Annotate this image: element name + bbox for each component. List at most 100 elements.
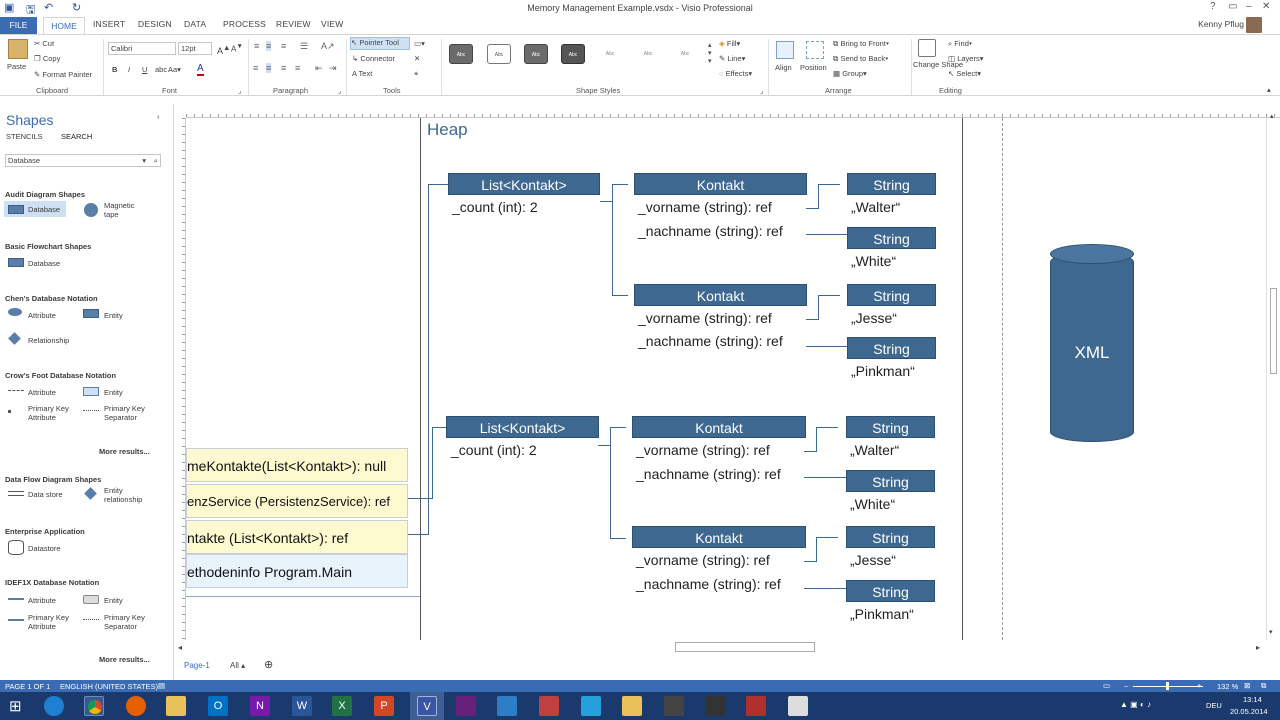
ribbon-display-icon[interactable]: ▭ xyxy=(1228,1,1237,12)
justify-icon[interactable]: ≡ xyxy=(295,63,300,73)
string-value[interactable]: „Walter“ xyxy=(850,442,899,458)
help-icon[interactable]: ? xyxy=(1210,1,1216,12)
outlook-icon[interactable]: O xyxy=(208,696,228,716)
tray-icons[interactable]: ▲ ▣ ◐ ♪ xyxy=(1120,700,1151,709)
scroll-left-icon[interactable]: ◂ xyxy=(178,643,182,652)
zoom-out-icon[interactable]: – xyxy=(1124,681,1128,690)
shape-style-2[interactable]: Abc xyxy=(487,44,511,64)
horizontal-scroll-thumb[interactable] xyxy=(675,642,815,652)
shape-style-3[interactable]: Abc xyxy=(524,44,548,64)
shape-attribute-crow[interactable]: Attribute xyxy=(4,385,74,399)
string-value[interactable]: „Jesse“ xyxy=(850,552,896,568)
pointer-tool-button[interactable]: ↖ Pointer Tool xyxy=(350,37,410,50)
add-page-icon[interactable]: ⊕ xyxy=(264,658,273,671)
align-center-icon[interactable]: ≡ xyxy=(266,63,272,73)
styles-scroll-icon[interactable]: ▴ ▾ ▾ xyxy=(708,41,712,65)
shrink-font-icon[interactable]: A▼ xyxy=(231,43,243,54)
shape-style-4[interactable]: Abc xyxy=(561,44,585,64)
string-header[interactable]: String xyxy=(847,337,936,359)
word-icon[interactable]: W xyxy=(292,696,312,716)
app-icon[interactable] xyxy=(664,696,684,716)
change-shape-icon[interactable] xyxy=(918,39,936,57)
bullets-icon[interactable]: ☰ xyxy=(300,41,308,52)
format-painter-button[interactable]: ✎ Format Painter xyxy=(34,70,92,79)
keyboard-language[interactable]: DEU xyxy=(1206,701,1222,710)
onenote-icon[interactable]: N xyxy=(250,696,270,716)
avatar[interactable] xyxy=(1246,17,1262,33)
font-color-icon[interactable]: A xyxy=(197,63,204,76)
nachname-field[interactable]: _nachname (string): ref xyxy=(636,466,781,482)
list-kontakt-header[interactable]: List<Kontakt> xyxy=(446,416,599,438)
heap-label[interactable]: Heap xyxy=(427,120,468,140)
kontakt-header[interactable]: Kontakt xyxy=(634,284,807,306)
vorname-field[interactable]: _vorname (string): ref xyxy=(638,310,772,326)
app-icon[interactable] xyxy=(622,696,642,716)
font-size-select[interactable]: 12pt xyxy=(178,42,212,55)
string-value[interactable]: „White“ xyxy=(851,253,896,269)
select-button[interactable]: ↖ Select▾ xyxy=(948,69,981,78)
switch-windows-icon[interactable]: ⧉ xyxy=(1261,681,1266,691)
kontakt-header[interactable]: Kontakt xyxy=(632,416,806,438)
connection-point-icon[interactable]: ⌖ xyxy=(414,69,418,79)
strikethrough-button[interactable]: abc xyxy=(155,65,167,74)
user-name[interactable]: Kenny Pflug xyxy=(1198,19,1244,29)
shape-attribute-chen[interactable]: Attribute xyxy=(4,307,74,323)
position-icon[interactable] xyxy=(806,41,824,59)
zoom-in-icon[interactable]: + xyxy=(1197,681,1201,690)
shape-entity-chen[interactable]: Entity xyxy=(82,307,152,323)
line-button[interactable]: ✎ Line▾ xyxy=(719,54,745,63)
more-results-link[interactable]: More results... xyxy=(99,447,150,456)
collapse-ribbon-icon[interactable]: ▴ xyxy=(1267,85,1271,94)
vorname-field[interactable]: _vorname (string): ref xyxy=(636,442,770,458)
tab-review[interactable]: REVIEW xyxy=(276,19,311,29)
shape-pk-separator-idef1x[interactable]: Primary Key Separator xyxy=(82,613,162,637)
excel-icon[interactable]: X xyxy=(332,696,352,716)
rotate-text-icon[interactable]: A↗ xyxy=(321,41,335,52)
dropdown-icon[interactable]: ▾ xyxy=(142,155,146,166)
italic-button[interactable]: I xyxy=(128,65,130,74)
language-indicator[interactable]: ENGLISH (UNITED STATES) xyxy=(60,682,158,691)
shape-pk-attribute-crow[interactable]: Primary Key Attribute xyxy=(4,404,80,428)
scroll-down-icon[interactable]: ▾ xyxy=(1269,628,1273,636)
app-icon[interactable] xyxy=(746,696,766,716)
visual-studio-code-icon[interactable] xyxy=(497,696,517,716)
powerpoint-icon[interactable]: P xyxy=(374,696,394,716)
string-value[interactable]: „Walter“ xyxy=(851,199,900,215)
shape-attribute-idef1x[interactable]: Attribute xyxy=(4,593,74,607)
vertical-scrollbar[interactable]: ▾ xyxy=(1266,118,1280,640)
effects-button[interactable]: ◌ Effects▾ xyxy=(719,69,752,78)
layers-button[interactable]: ◫ Layers▾ xyxy=(948,54,983,63)
string-value[interactable]: „Jesse“ xyxy=(851,310,897,326)
macro-icon[interactable]: ▤ xyxy=(158,681,165,690)
bring-to-front-button[interactable]: ⧉ Bring to Front▾ xyxy=(833,39,889,49)
count-field[interactable]: _count (int): 2 xyxy=(451,442,537,458)
nachname-field[interactable]: _nachname (string): ref xyxy=(638,333,783,349)
kontakt-header[interactable]: Kontakt xyxy=(632,526,806,548)
minimize-button[interactable]: – xyxy=(1246,1,1252,12)
drawing-canvas[interactable]: Heap List<Kontakt> _count (int): 2 Konta… xyxy=(186,118,1266,640)
align-button[interactable]: Align xyxy=(775,63,792,72)
zoom-level[interactable]: 132 % xyxy=(1217,682,1238,691)
visio-task-active[interactable]: V xyxy=(410,692,444,720)
windows-start-icon[interactable]: ⊞ xyxy=(9,697,22,715)
grow-font-icon[interactable]: A▲ xyxy=(217,43,230,56)
zoom-slider-handle[interactable] xyxy=(1166,682,1169,690)
shape-pk-separator-crow[interactable]: Primary Key Separator xyxy=(82,404,162,428)
font-dialog-icon[interactable]: ⌟ xyxy=(238,87,241,95)
connector-button[interactable]: ↳ Connector xyxy=(352,54,395,63)
close-button[interactable]: ✕ xyxy=(1262,1,1270,12)
tab-file[interactable]: FILE xyxy=(0,17,37,34)
scroll-up-icon[interactable]: ▴ xyxy=(1270,112,1274,120)
app-icon[interactable] xyxy=(539,696,559,716)
scroll-right-icon[interactable]: ▸ xyxy=(1256,643,1260,652)
find-button[interactable]: ⌕ Find▾ xyxy=(948,39,972,49)
firefox-icon[interactable] xyxy=(126,696,146,716)
list-kontakt-header[interactable]: List<Kontakt> xyxy=(448,173,600,195)
align-top-icon[interactable]: ≡ xyxy=(254,41,259,51)
shape-styles-dialog-icon[interactable]: ⌟ xyxy=(760,87,763,95)
nachname-field[interactable]: _nachname (string): ref xyxy=(636,576,781,592)
app-icon[interactable] xyxy=(788,696,808,716)
collapse-pane-icon[interactable]: ‹ xyxy=(157,112,160,121)
tab-design[interactable]: DESIGN xyxy=(138,19,172,29)
string-header[interactable]: String xyxy=(846,470,935,492)
